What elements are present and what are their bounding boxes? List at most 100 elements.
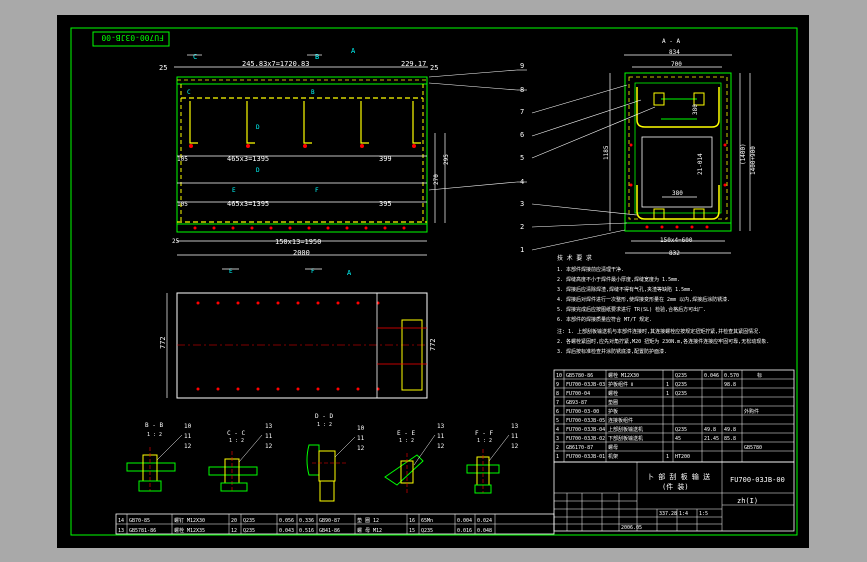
plan-view: 772 772: [159, 292, 437, 399]
bom-4-no: 6: [556, 409, 559, 415]
callout-4: 4: [520, 178, 524, 186]
section-d-mark: D: [256, 124, 260, 131]
bom-7-no: 3: [556, 436, 559, 442]
dim-end-height: 1185: [603, 145, 610, 160]
dim-left1: 105: [177, 156, 188, 163]
callout-leaders: [428, 69, 656, 251]
section-details: B - B 1 : 2 10 11 12 C - C 1 : 2 13 11 1…: [126, 413, 519, 502]
note-line-6: 6. 本部件的焊接质量应符合 MT/T 规定.: [557, 316, 652, 323]
drawing-canvas[interactable]: FU700-03JB-00 25 245.83x7=1720.83 229.17…: [57, 15, 809, 548]
dim-end-mid: 380: [692, 104, 699, 115]
note-line-4: 4. 焊接后对焊件进行一次整形,使焊接变形量在 2mm 以内,焊接后涂防锈漆.: [557, 296, 730, 303]
drawing-number-text: FU700-03JB-00: [101, 33, 164, 42]
title-qty: 1:4: [679, 511, 688, 517]
front-view: 25 245.83x7=1720.83 229.17 25 C B A D B …: [159, 47, 450, 277]
bom-9-code: FU700-03JB-01: [566, 454, 605, 460]
note-line-1: 1. 本部件焊接前应清理干净.: [557, 266, 624, 273]
bom-7-w1: 21.45: [704, 436, 719, 442]
dim-plan-height: 772: [159, 336, 167, 349]
bom-8-note: GB5780: [744, 445, 762, 451]
bb-0-tot: 0.336: [299, 518, 314, 524]
detail-ff-title: F - F: [475, 430, 493, 437]
end-view: A - A 834 700 380 380 21-014 1185 (1400)…: [603, 38, 757, 257]
bb-0-name2: 垫 圈 12: [357, 517, 379, 524]
section-a-label: A: [351, 47, 356, 55]
detail-ee-title: E - E: [397, 430, 415, 437]
bom-6-name: 上部刮板输送机: [608, 426, 643, 433]
dim-top-span: 245.83x7=1720.83: [242, 60, 309, 68]
bom-6-code: FU700-03JB-04: [566, 427, 605, 433]
detail-cc-title: C - C: [227, 430, 245, 437]
detail-dd-title: D - D: [315, 413, 333, 420]
bb-1-name: 螺栓 M12X35: [174, 527, 205, 534]
bb-1-name2: 螺 母 M12: [357, 527, 382, 534]
bom-5-no: 5: [556, 418, 559, 424]
title-company: zh(I): [737, 497, 758, 505]
bom-0-no: 10: [556, 373, 562, 379]
bom-9-no: 1: [556, 454, 559, 460]
bb-1-mat2: Q235: [421, 528, 433, 534]
detail-ee-scale: 1 : 2: [399, 438, 414, 444]
detail-cc-scale: 1 : 2: [229, 438, 244, 444]
dim-bottom-span: 150x13=1950: [275, 238, 321, 246]
title-scale: 1:5: [699, 511, 708, 517]
dim-height-a: 270: [433, 174, 440, 185]
bb-0-code2: GB90-87: [319, 518, 340, 524]
note-line-5: 5. 焊接完成后应按图纸要求进行 TR(SL) 检验,合格后方可出厂.: [557, 306, 706, 313]
detail-ee-callout-13: 13: [437, 423, 445, 430]
dim-end-small: 380: [672, 190, 683, 197]
dim-end-width-top: 834: [669, 49, 680, 56]
bb-1-code2: GB41-86: [319, 528, 340, 534]
notes-heading: 技 术 要 求: [557, 254, 592, 262]
bom-7-code: FU700-03JB-02: [566, 436, 605, 442]
drawing-svg: FU700-03JB-00 25 245.83x7=1720.83 229.17…: [70, 27, 798, 536]
dim-mid1: 465x3=1395: [227, 155, 269, 163]
bb-1-code: GB5781-86: [129, 528, 156, 534]
bb-0-mat: Q235: [243, 518, 255, 524]
detail-ff-scale: 1 : 2: [477, 438, 492, 444]
bom-2-code: FU700-04: [566, 391, 590, 397]
bb-0-code: GB70-85: [129, 518, 150, 524]
bb-0-w2: 0.004: [457, 518, 472, 524]
bom-6-w2: 49.8: [724, 427, 736, 433]
section-d-mark2: D: [256, 167, 260, 174]
bom-1-w2: 98.8: [724, 382, 736, 388]
bom-table: 10 GB5780-86 螺栓 M12X30 Q235 0.046 0.570 …: [553, 369, 795, 463]
callout-numbers: 9 8 7 6 5 4 3 2 1: [520, 62, 524, 254]
bb-0-no: 14: [118, 518, 124, 524]
bom-2-no: 8: [556, 391, 559, 397]
detail-cc-callout-11: 11: [265, 433, 273, 440]
bb-1-tot2: 0.048: [477, 528, 492, 534]
bb-1-w: 0.043: [279, 528, 294, 534]
bb-0-tot2: 0.024: [477, 518, 492, 524]
note-line-2: 2. 焊缝高度不小于焊件最小厚度,焊缝宽度为 1.5mm.: [557, 276, 680, 283]
section-c-mark: C: [187, 89, 191, 96]
bom-7-w2: 85.8: [724, 436, 736, 442]
bom-1-name: 护板组件 Ⅱ: [608, 381, 633, 388]
bom-6-no: 4: [556, 427, 559, 433]
title-block: 卜 部 刮 板 输 送 (件 装) FU700-03JB-00 zh(I) 33…: [553, 461, 795, 532]
bom-5-name: 连接板组件: [608, 417, 633, 424]
section-a-bottom: A: [347, 269, 352, 277]
detail-cc-callout-12: 12: [265, 443, 273, 450]
dim-mid1-r: 399: [379, 155, 392, 163]
bom-5-code: FU700-03JB-05: [566, 418, 605, 424]
bom-0-mat: Q235: [675, 373, 687, 379]
detail-ff-callout-11: 11: [511, 433, 519, 440]
detail-ee-callout-12: 12: [437, 443, 445, 450]
bb-1-no: 13: [118, 528, 124, 534]
bb-0-no2: 20: [231, 518, 237, 524]
detail-bb-scale: 1 : 2: [147, 432, 162, 438]
title-drawing-no: FU700-03JB-00: [730, 476, 785, 484]
cad-window: FU700-03JB-00 25 245.83x7=1720.83 229.17…: [0, 0, 867, 562]
note-line-8: 2. 各螺栓紧固时,应先对角拧紧,M20 扭矩为 230N.m,各连接件连接应牢…: [557, 338, 769, 345]
callout-5: 5: [520, 154, 524, 162]
detail-dd-callout-11: 11: [357, 435, 365, 442]
detail-bb-title: B - B: [145, 422, 163, 429]
title-weight: 337.28: [659, 511, 677, 517]
detail-ff-callout-13: 13: [511, 423, 519, 430]
bb-1-mat: Q235: [243, 528, 255, 534]
bottom-bom: 14 GB70-85 螺钉 M12X30 20 Q235 0.056 0.336…: [115, 513, 555, 535]
section-b-label: B: [315, 53, 319, 61]
detail-bb-callout-10: 10: [184, 423, 192, 430]
